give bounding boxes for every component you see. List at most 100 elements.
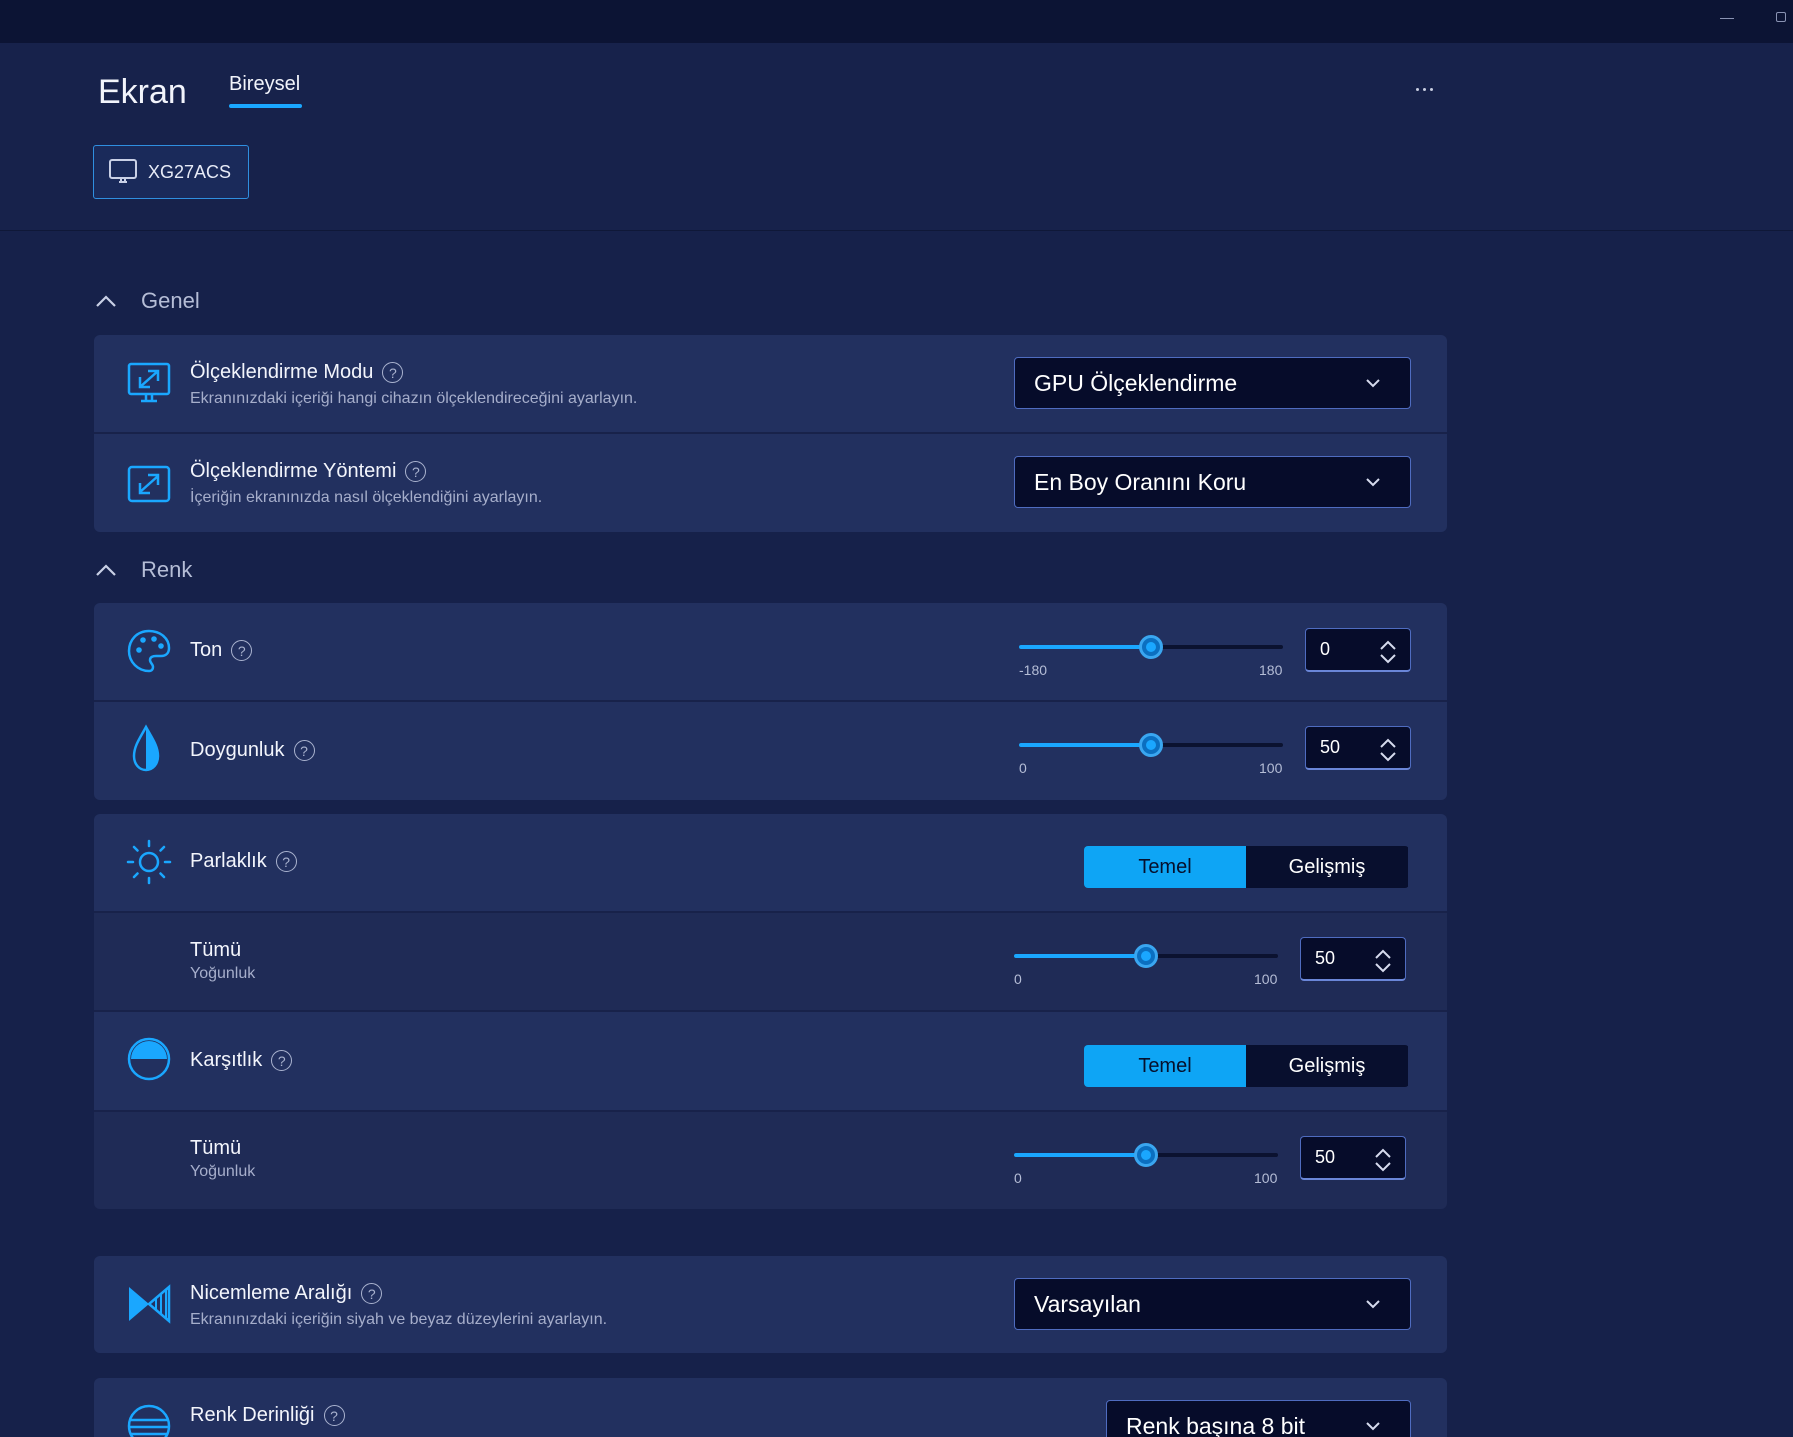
slider-thumb[interactable]	[1139, 733, 1163, 757]
slider-thumb[interactable]	[1139, 635, 1163, 659]
up-down-arrows-icon[interactable]	[1378, 738, 1398, 762]
contrast-stepper[interactable]: 50	[1300, 1136, 1406, 1180]
contrast-basic-button[interactable]: Temel	[1084, 1045, 1246, 1087]
contrast-min-label: 0	[1014, 1170, 1022, 1186]
water-drop-icon	[132, 724, 160, 772]
brightness-value: 50	[1315, 948, 1336, 968]
saturation-stepper[interactable]: 50	[1305, 726, 1411, 770]
scaling-mode-value: GPU Ölçeklendirme	[1034, 369, 1238, 396]
brightness-slider[interactable]	[1014, 941, 1278, 971]
up-down-arrows-icon[interactable]	[1373, 1148, 1393, 1172]
quantization-icon	[129, 1284, 171, 1324]
more-options-button[interactable]	[1413, 79, 1437, 99]
hue-max-label: 180	[1259, 662, 1283, 678]
up-down-arrows-icon[interactable]	[1373, 949, 1393, 973]
scaling-method-dropdown[interactable]: En Boy Oranını Koru	[1014, 456, 1411, 508]
monitor-label: XG27ACS	[148, 161, 232, 182]
contrast-mode-toggle: Temel Gelişmiş	[1084, 1045, 1409, 1087]
hue-title: Ton	[190, 639, 223, 661]
brightness-channel-label: Tümü	[190, 939, 242, 961]
contrast-max-label: 100	[1254, 1170, 1278, 1186]
minimize-button[interactable]	[1720, 18, 1734, 19]
contrast-title: Karşıtlık	[190, 1049, 263, 1071]
chevron-down-icon	[1366, 1422, 1380, 1431]
saturation-value: 50	[1320, 737, 1341, 757]
slider-fill	[1014, 954, 1146, 958]
scaling-method-value: En Boy Oranını Koru	[1034, 468, 1247, 495]
monitor-select-button[interactable]: XG27ACS	[93, 145, 249, 199]
saturation-max-label: 100	[1259, 760, 1283, 776]
help-icon[interactable]: ?	[231, 640, 253, 661]
color-depth-value: Renk başına 8 bit	[1126, 1412, 1306, 1437]
monitor-icon	[109, 159, 137, 183]
saturation-row: Doygunluk ? 0 100 50	[94, 702, 1447, 800]
section-renk-label: Renk	[141, 557, 193, 582]
help-icon[interactable]: ?	[275, 851, 297, 872]
brightness-intensity-row: Tümü Yoğunluk 0 100 50	[94, 913, 1447, 1010]
help-icon[interactable]: ?	[405, 461, 427, 482]
hue-stepper[interactable]: 0	[1305, 628, 1411, 672]
slider-fill	[1019, 645, 1151, 649]
section-genel-label: Genel	[141, 288, 200, 313]
brightness-row: Parlaklık ? Temel Gelişmiş	[94, 814, 1447, 911]
scaling-method-title: Ölçeklendirme Yöntemi	[190, 460, 397, 482]
quantization-row: Nicemleme Aralığı ? Ekranınızdaki içeriğ…	[94, 1256, 1447, 1353]
section-genel-toggle[interactable]: Genel	[95, 286, 200, 316]
slider-thumb[interactable]	[1134, 944, 1158, 968]
contrast-slider[interactable]	[1014, 1140, 1278, 1170]
saturation-min-label: 0	[1019, 760, 1027, 776]
quantization-title: Nicemleme Aralığı	[190, 1282, 353, 1304]
help-icon[interactable]: ?	[293, 740, 315, 761]
hue-row: Ton ? -180 180 0	[94, 603, 1447, 700]
maximize-button[interactable]	[1776, 12, 1786, 22]
scaling-mode-icon	[127, 362, 171, 403]
chevron-down-icon	[1366, 1300, 1380, 1309]
brightness-stepper[interactable]: 50	[1300, 937, 1406, 981]
palette-icon	[127, 629, 171, 673]
active-tab-indicator	[229, 104, 302, 108]
chevron-up-icon	[96, 564, 116, 576]
saturation-title: Doygunluk	[190, 739, 285, 761]
scaling-mode-row: Ölçeklendirme Modu ? Ekranınızdaki içeri…	[94, 335, 1447, 432]
contrast-intensity-row: Tümü Yoğunluk 0 100 50	[94, 1112, 1447, 1209]
slider-fill	[1014, 1153, 1146, 1157]
section-renk-toggle[interactable]: Renk	[95, 555, 192, 585]
up-down-arrows-icon[interactable]	[1378, 640, 1398, 664]
quantization-description: Ekranınızdaki içeriğin siyah ve beyaz dü…	[190, 1311, 608, 1328]
help-icon[interactable]: ?	[323, 1405, 345, 1426]
page-title: Ekran	[98, 73, 187, 111]
contrast-channel-label: Tümü	[190, 1137, 242, 1159]
help-icon[interactable]: ?	[382, 362, 404, 383]
contrast-advanced-button[interactable]: Gelişmiş	[1246, 1045, 1408, 1087]
brightness-title: Parlaklık	[190, 850, 267, 872]
chevron-down-icon	[1366, 478, 1380, 487]
scaling-mode-title: Ölçeklendirme Modu	[190, 361, 374, 383]
chevron-up-icon	[96, 295, 116, 307]
color-depth-dropdown[interactable]: Renk başına 8 bit	[1106, 1400, 1411, 1437]
help-icon[interactable]: ?	[271, 1050, 293, 1071]
saturation-slider[interactable]	[1019, 730, 1283, 760]
contrast-channel-sublabel: Yoğunluk	[190, 1163, 256, 1180]
scaling-method-description: İçeriğin ekranınızda nasıl ölçeklendiğin…	[190, 489, 543, 506]
brightness-max-label: 100	[1254, 971, 1278, 987]
scaling-method-icon	[127, 465, 171, 503]
brightness-basic-button[interactable]: Temel	[1084, 846, 1246, 888]
hue-slider[interactable]	[1019, 632, 1283, 662]
slider-fill	[1019, 743, 1151, 747]
scaling-mode-description: Ekranınızdaki içeriği hangi cihazın ölçe…	[190, 390, 638, 407]
scaling-method-row: Ölçeklendirme Yöntemi ? İçeriğin ekranın…	[94, 434, 1447, 532]
hue-min-label: -180	[1019, 662, 1048, 678]
scaling-mode-dropdown[interactable]: GPU Ölçeklendirme	[1014, 357, 1411, 409]
help-icon[interactable]: ?	[361, 1283, 383, 1304]
quantization-value: Varsayılan	[1034, 1290, 1141, 1317]
brightness-channel-sublabel: Yoğunluk	[190, 965, 256, 982]
contrast-value: 50	[1315, 1147, 1336, 1167]
quantization-dropdown[interactable]: Varsayılan	[1014, 1278, 1411, 1330]
slider-thumb[interactable]	[1134, 1143, 1158, 1167]
tab-bireysel[interactable]: Bireysel	[229, 73, 300, 96]
brightness-advanced-button[interactable]: Gelişmiş	[1246, 846, 1408, 888]
brightness-mode-toggle: Temel Gelişmiş	[1084, 846, 1409, 888]
title-bar	[0, 0, 1793, 43]
color-depth-icon	[127, 1404, 171, 1437]
contrast-row: Karşıtlık ? Temel Gelişmiş	[94, 1012, 1447, 1110]
